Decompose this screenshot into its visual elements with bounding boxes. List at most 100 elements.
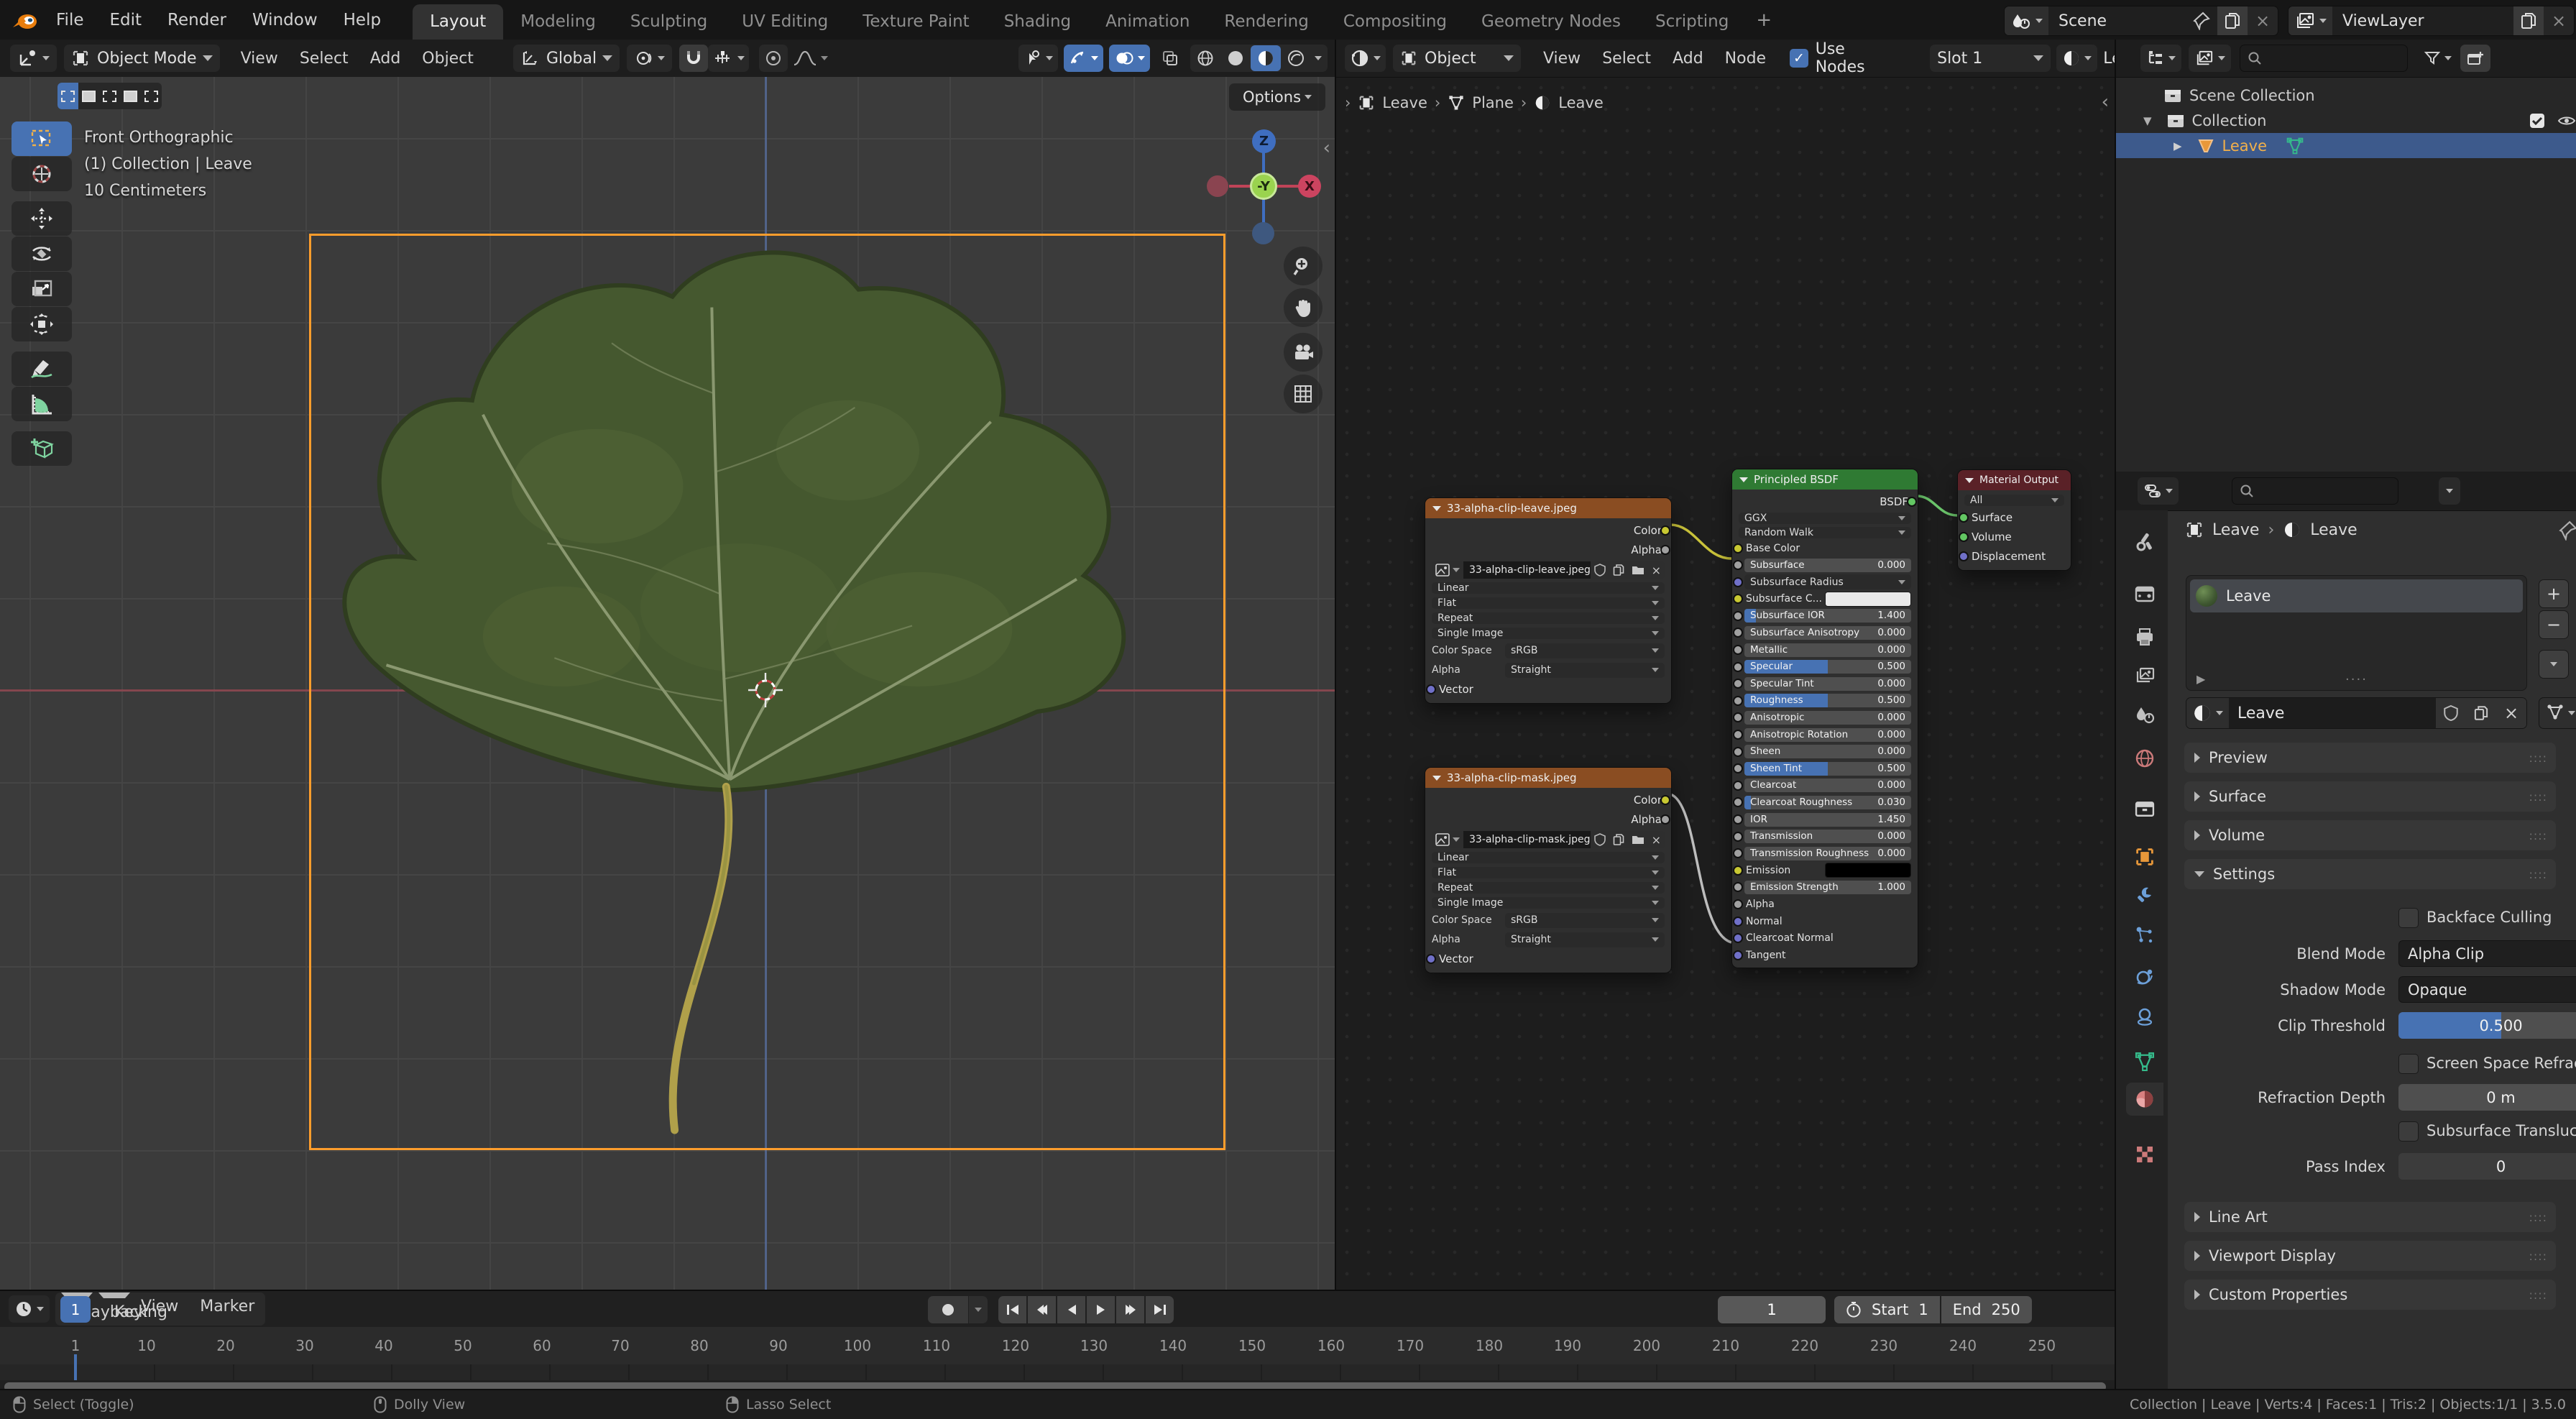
image-name[interactable]: 33-alpha-clip-leave.jpeg [1463,561,1591,579]
topbar-menu-item[interactable]: Window [239,4,331,36]
node-header[interactable]: 33-alpha-clip-leave.jpeg [1425,498,1671,518]
color-swatch[interactable] [1825,863,1911,878]
topbar-menu-item[interactable]: Edit [97,4,155,36]
extension-dropdown[interactable]: Repeat [1432,882,1665,894]
shader-menu-item[interactable]: Select [1591,50,1662,68]
current-frame-marker[interactable]: 1 [60,1296,91,1323]
image-icon[interactable] [1432,831,1463,848]
input-displacement[interactable]: Displacement [1964,548,2064,564]
tool-move[interactable] [12,201,72,236]
viewport-3d[interactable]: Object Mode ViewSelectAddObject Global [0,40,1335,1290]
end-frame-field[interactable]: End250 [1941,1296,2032,1323]
unlink-scene-icon[interactable]: × [2248,6,2278,35]
tab-world[interactable] [2126,742,2163,775]
shader-editor[interactable]: Object ViewSelectAddNode ✓ Use Nodes Slo… [1335,40,2115,1290]
view-layer-icon[interactable] [2288,6,2332,35]
start-frame-field[interactable]: Start1 [1834,1296,1940,1323]
exclude-checkbox[interactable] [2529,112,2546,129]
jump-prev-keyframe-button[interactable] [1028,1296,1056,1323]
tab-constraints[interactable] [2126,1000,2163,1033]
unlink-material-icon[interactable]: × [2496,698,2526,728]
extension-dropdown[interactable]: Repeat [1432,612,1665,624]
bsdf-input-row[interactable]: Subsurface Radius Subsurface Radius Subs… [1739,575,1911,589]
slot-list-grip[interactable]: ···· [2186,672,2526,687]
bsdf-input-row[interactable]: Roughness Roughness 0.500 Roughness Roug… [1739,694,1911,707]
interpolation-dropdown[interactable]: Linear [1432,582,1665,594]
bsdf-input-row[interactable]: Subsurface Anisotropy Subsurface Anisotr… [1739,626,1911,640]
editor-type-shader-icon[interactable] [1345,45,1386,72]
snap-toggle[interactable] [679,45,708,72]
workspace-tab[interactable]: Rendering [1207,4,1325,40]
value-slider[interactable]: Clearcoat Roughness 0.030 [1744,796,1911,809]
new-scene-copy-icon[interactable] [2217,6,2248,35]
outliner-display-mode-dropdown[interactable] [2189,45,2231,72]
refraction-depth-field[interactable]: 0 m [2398,1084,2576,1111]
jump-next-keyframe-button[interactable] [1116,1296,1144,1323]
section-viewport-display[interactable]: Viewport Display:::: [2184,1241,2556,1271]
tool-scale[interactable] [12,272,72,306]
value-slider[interactable]: Clearcoat 0.000 [1744,779,1911,792]
input-socket[interactable] [1733,645,1743,655]
color-space-dropdown[interactable]: sRGB [1505,643,1665,658]
open-image-folder-icon[interactable] [1628,831,1648,848]
timeline-menu-item[interactable]: View [130,1292,189,1320]
properties-editor[interactable]: Leave › Leave Leave ▶ ···· + − [2116,472,2576,1389]
blend-mode-dropdown[interactable]: Alpha Clip [2398,940,2576,967]
bsdf-input-row[interactable]: Specular Specular 0.500 Specular Specula… [1739,660,1911,674]
transform-orientation-dropdown[interactable]: Global [513,45,620,72]
shader-menu-item[interactable]: Node [1714,50,1777,68]
options-dropdown[interactable]: Options [1229,83,1325,111]
value-slider[interactable]: IOR 1.450 [1744,813,1911,827]
value-slider[interactable]: Subsurface 0.000 [1744,559,1911,572]
image-name[interactable]: 33-alpha-clip-mask.jpeg [1463,831,1591,848]
input-socket[interactable] [1733,899,1743,909]
workspace-tab[interactable]: Scripting [1638,4,1746,40]
use-nodes-toggle-button[interactable] [2539,697,2576,729]
mode-dropdown[interactable]: Object Mode [64,45,220,72]
bsdf-input-row[interactable]: Specular Tint Specular Tint 0.000 Specul… [1739,677,1911,691]
projection-dropdown[interactable]: Flat [1432,867,1665,878]
section-settings[interactable]: Settings:::: [2184,859,2556,889]
tool-measure[interactable] [12,387,72,421]
viewport-menu-item[interactable]: Object [411,50,484,68]
tab-modifiers[interactable] [2126,879,2163,912]
scene-icon[interactable] [2005,6,2048,35]
playhead-line[interactable] [74,1354,77,1380]
bsdf-input-row[interactable]: Base Color Base Color Base Color Base Co… [1739,541,1911,555]
remove-slot-button[interactable]: − [2539,610,2569,639]
output-alpha[interactable]: Alpha [1432,812,1665,827]
bsdf-input-row[interactable]: IOR IOR 1.450 IOR IOR [1739,813,1911,827]
value-slider[interactable]: Specular 0.500 [1744,660,1911,674]
gizmo-toggle[interactable] [1064,45,1103,72]
source-dropdown[interactable]: Single Image [1432,628,1665,639]
select-mode-extend-button[interactable] [78,83,99,109]
tab-physics[interactable] [2126,960,2163,993]
shading-material-preview-icon[interactable] [1251,45,1281,71]
copy-material-icon[interactable] [2466,698,2496,728]
value-slider[interactable]: Metallic 0.000 [1744,643,1911,657]
tab-object-data[interactable] [2126,1045,2163,1078]
section-line-art[interactable]: Line Art:::: [2184,1202,2556,1232]
tab-view-layer[interactable] [2126,659,2163,692]
outliner[interactable]: Scene Collection ▼ Collection ▶ Leave [2116,40,2576,472]
viewport-menu-item[interactable]: Select [289,50,359,68]
material-slot-row[interactable]: Leave [2190,579,2523,612]
bsdf-input-row[interactable]: Anisotropic Anisotropic 0.000 Anisotropi… [1739,711,1911,725]
workspace-tab[interactable]: Geometry Nodes [1464,4,1638,40]
viewport-canvas[interactable]: Front Orthographic (1) Collection | Leav… [0,77,1335,1290]
bsdf-input-row[interactable]: Tangent Tangent Tangent Tangent [1739,948,1911,962]
input-socket[interactable] [1733,628,1743,638]
node-header[interactable]: Material Output [1958,470,2071,490]
color-swatch[interactable] [1825,592,1911,607]
tab-material[interactable] [2126,1083,2163,1116]
bsdf-input-row[interactable]: Normal Normal Normal Normal [1739,914,1911,928]
open-image-folder-icon[interactable] [1628,561,1648,579]
input-socket[interactable] [1733,611,1743,621]
timeline-menu-item[interactable]: Keying [98,1292,130,1326]
section-custom-properties[interactable]: Custom Properties:::: [2184,1280,2556,1310]
auto-key-record-button[interactable] [928,1296,968,1323]
workspace-tab[interactable]: Sculpting [613,4,724,40]
input-socket[interactable] [1733,696,1743,706]
shading-rendered-icon[interactable] [1281,49,1311,68]
fake-user-shield-icon[interactable] [2436,698,2466,728]
